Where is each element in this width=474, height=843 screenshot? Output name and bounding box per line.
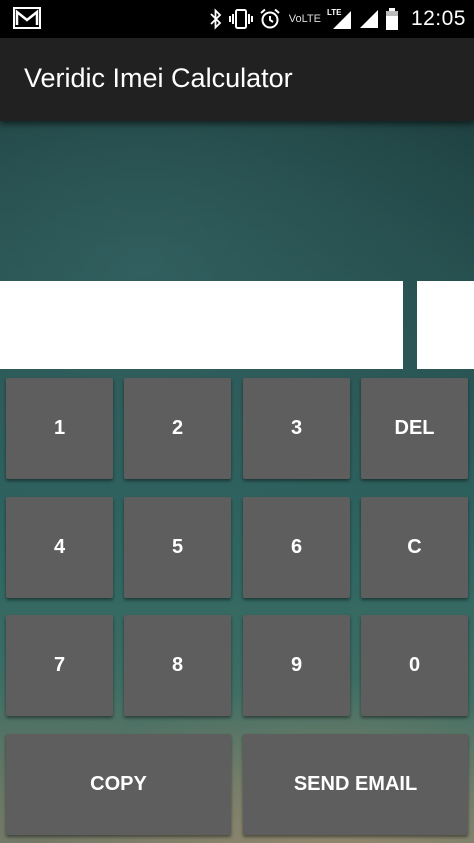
battery-icon: [385, 8, 398, 30]
copy-button[interactable]: COPY: [6, 734, 231, 835]
alarm-icon: [260, 8, 280, 29]
delete-button[interactable]: DEL: [361, 378, 468, 479]
app-bar: Veridic Imei Calculator: [0, 38, 474, 121]
volte-label: VoLTE: [288, 13, 321, 25]
key-9[interactable]: 9: [243, 615, 350, 716]
key-6[interactable]: 6: [243, 497, 350, 598]
key-3[interactable]: 3: [243, 378, 350, 479]
send-email-button[interactable]: SEND EMAIL: [243, 734, 468, 835]
app-title: Veridic Imei Calculator: [24, 63, 293, 93]
key-2[interactable]: 2: [124, 378, 231, 479]
key-1[interactable]: 1: [6, 378, 113, 479]
signal-icon: [359, 10, 378, 28]
key-5[interactable]: 5: [124, 497, 231, 598]
clear-button[interactable]: C: [361, 497, 468, 598]
check-digit-output[interactable]: [417, 281, 474, 369]
clock: 12:05: [410, 7, 466, 30]
key-7[interactable]: 7: [6, 615, 113, 716]
gmail-icon: [13, 7, 41, 29]
key-4[interactable]: 4: [6, 497, 113, 598]
bluetooth-icon: [210, 8, 221, 30]
lte-signal-icon: LTE: [327, 8, 351, 29]
vibrate-icon: [228, 9, 253, 29]
status-bar: VoLTE LTE 12:05: [0, 0, 474, 38]
lte-label: LTE: [327, 8, 342, 17]
imei-input[interactable]: [0, 281, 403, 369]
key-0[interactable]: 0: [361, 615, 468, 716]
key-8[interactable]: 8: [124, 615, 231, 716]
